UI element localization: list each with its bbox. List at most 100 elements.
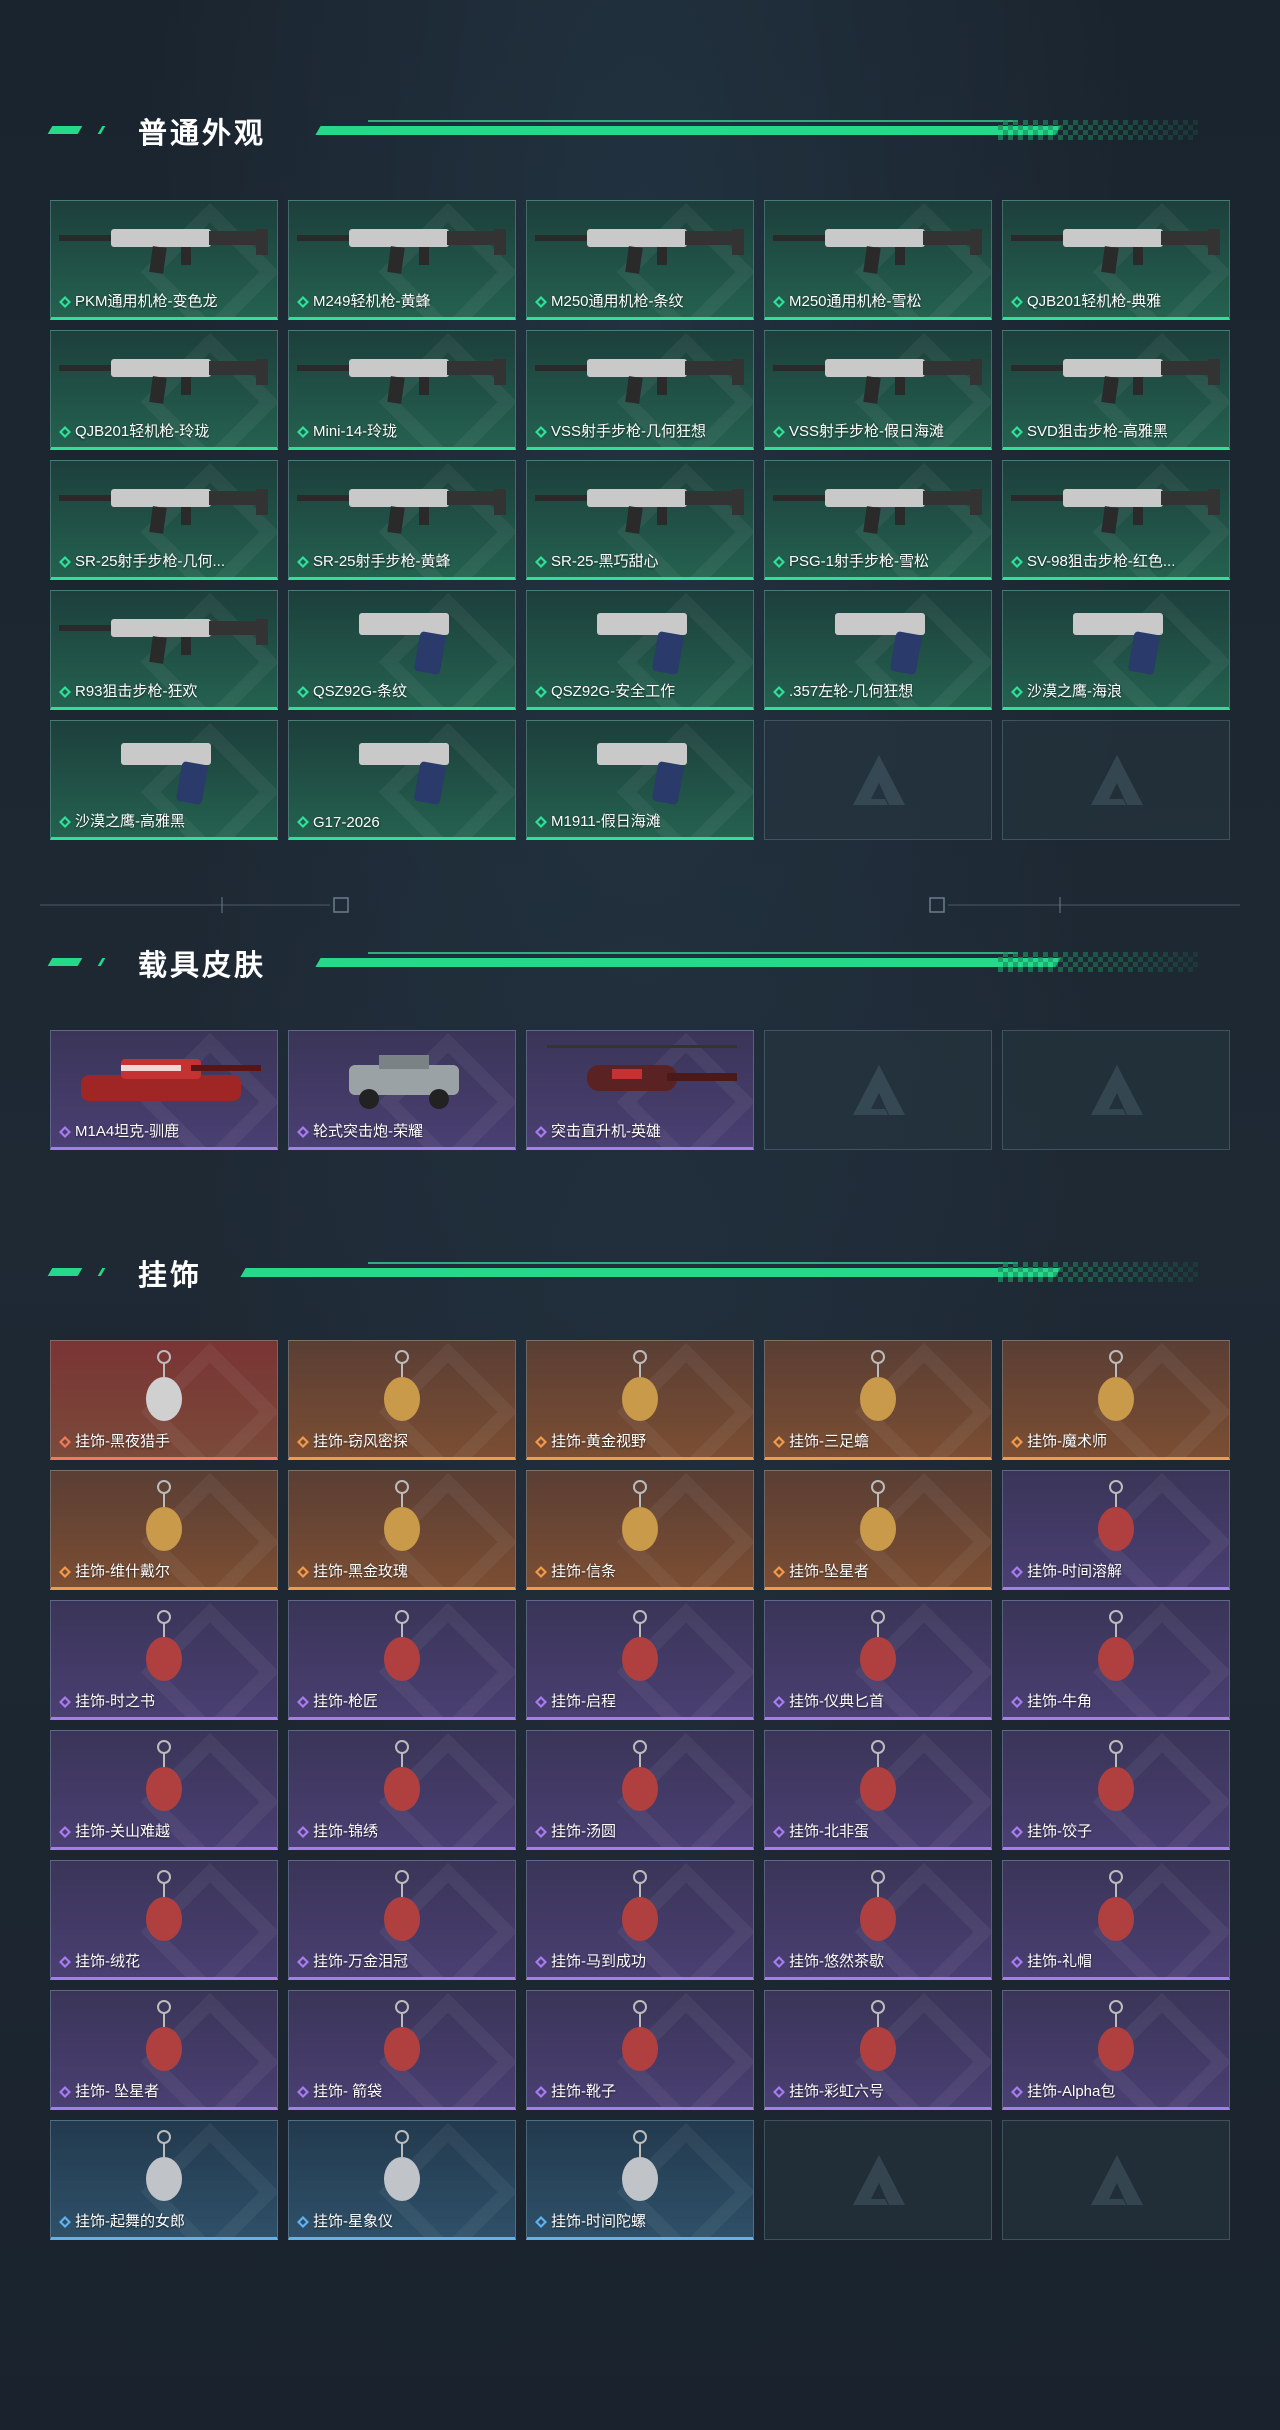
item-card[interactable]: G17-2026 xyxy=(288,720,516,840)
machine-gun-icon xyxy=(59,359,268,404)
item-card[interactable]: 挂饰-黑金玫瑰 xyxy=(288,1470,516,1590)
item-card[interactable]: VSS射手步枪-假日海滩 xyxy=(764,330,992,450)
rarity-diamond-icon xyxy=(59,1826,71,1838)
item-label: 挂饰-启程 xyxy=(551,1693,616,1710)
item-label: 挂饰-维什戴尔 xyxy=(75,1563,170,1580)
item-label: PKM通用机枪-变色龙 xyxy=(75,293,218,310)
item-card[interactable]: 突击直升机-英雄 xyxy=(526,1030,754,1150)
rarity-diamond-icon xyxy=(1011,1696,1023,1708)
item-card[interactable]: R93狙击步枪-狂欢 xyxy=(50,590,278,710)
item-card[interactable]: 挂饰-关山难越 xyxy=(50,1730,278,1850)
item-card[interactable]: 挂饰-黄金视野 xyxy=(526,1340,754,1460)
item-label: 挂饰-关山难越 xyxy=(75,1823,170,1840)
rarity-diamond-icon xyxy=(59,426,71,438)
item-card[interactable]: 挂饰-北非蛋 xyxy=(764,1730,992,1850)
charm-icon xyxy=(622,1740,658,1811)
charm-icon xyxy=(146,2000,182,2071)
item-card[interactable]: 挂饰-马到成功 xyxy=(526,1860,754,1980)
item-label: PSG-1射手步枪-雪松 xyxy=(789,553,930,570)
charm-icon xyxy=(384,1480,420,1551)
item-card[interactable]: PSG-1射手步枪-雪松 xyxy=(764,460,992,580)
item-card[interactable]: SR-25-黑巧甜心 xyxy=(526,460,754,580)
item-card[interactable]: 挂饰-绒花 xyxy=(50,1860,278,1980)
item-card[interactable]: 挂饰-饺子 xyxy=(1002,1730,1230,1850)
item-card[interactable]: 挂饰-三足蟾 xyxy=(764,1340,992,1460)
item-card[interactable]: 挂饰-维什戴尔 xyxy=(50,1470,278,1590)
item-card[interactable]: 挂饰-时之书 xyxy=(50,1600,278,1720)
item-card[interactable]: 挂饰-仪典匕首 xyxy=(764,1600,992,1720)
item-card[interactable]: SR-25射手步枪-几何... xyxy=(50,460,278,580)
placeholder-logo-icon xyxy=(1091,2155,1143,2205)
item-card[interactable]: M250通用机枪-条纹 xyxy=(526,200,754,320)
header-bar xyxy=(315,126,1061,135)
item-card[interactable]: 挂饰-靴子 xyxy=(526,1990,754,2110)
item-card[interactable]: Mini-14-玲珑 xyxy=(288,330,516,450)
charm-icon xyxy=(860,1740,896,1811)
item-card[interactable]: 挂饰-时间溶解 xyxy=(1002,1470,1230,1590)
item-card[interactable]: 挂饰-黑夜猎手 xyxy=(50,1340,278,1460)
item-card[interactable]: 挂饰-魔术师 xyxy=(1002,1340,1230,1460)
rarity-diamond-icon xyxy=(59,2216,71,2228)
item-card[interactable]: QJB201轻机枪-玲珑 xyxy=(50,330,278,450)
rarity-diamond-icon xyxy=(297,1826,309,1838)
item-card[interactable]: 挂饰-枪匠 xyxy=(288,1600,516,1720)
header-tick xyxy=(97,1268,106,1276)
rarity-diamond-icon xyxy=(535,556,547,568)
rarity-diamond-icon xyxy=(773,426,785,438)
item-card[interactable]: 挂饰-汤圆 xyxy=(526,1730,754,1850)
item-card[interactable]: 挂饰-锦绣 xyxy=(288,1730,516,1850)
charm-icon xyxy=(1098,1870,1134,1941)
item-card[interactable]: 挂饰- 箭袋 xyxy=(288,1990,516,2110)
rarity-diamond-icon xyxy=(535,426,547,438)
charm-icon xyxy=(1098,1480,1134,1551)
item-card[interactable]: M250通用机枪-雪松 xyxy=(764,200,992,320)
item-card[interactable]: 挂饰-悠然茶歇 xyxy=(764,1860,992,1980)
item-card[interactable]: M1911-假日海滩 xyxy=(526,720,754,840)
rifle-icon xyxy=(59,489,268,534)
machine-gun-icon xyxy=(297,229,506,274)
rarity-diamond-icon xyxy=(535,1956,547,1968)
pistol-icon xyxy=(359,743,449,805)
item-card[interactable]: 挂饰-窃风密探 xyxy=(288,1340,516,1460)
rarity-diamond-icon xyxy=(773,296,785,308)
item-card[interactable]: 沙漠之鹰-海浪 xyxy=(1002,590,1230,710)
item-card[interactable]: M249轻机枪-黄蜂 xyxy=(288,200,516,320)
item-card[interactable]: 挂饰-信条 xyxy=(526,1470,754,1590)
item-card[interactable]: SV-98狙击步枪-红色... xyxy=(1002,460,1230,580)
item-label: QSZ92G-条纹 xyxy=(313,683,408,700)
rarity-diamond-icon xyxy=(773,2086,785,2098)
item-card[interactable]: SVD狙击步枪-高雅黑 xyxy=(1002,330,1230,450)
item-card[interactable]: PKM通用机枪-变色龙 xyxy=(50,200,278,320)
item-card[interactable]: 挂饰- 坠星者 xyxy=(50,1990,278,2110)
item-card[interactable]: 挂饰-星象仪 xyxy=(288,2120,516,2240)
header-bar-thin xyxy=(368,952,1018,954)
item-card[interactable]: M1A4坦克-驯鹿 xyxy=(50,1030,278,1150)
item-card[interactable]: 挂饰-牛角 xyxy=(1002,1600,1230,1720)
item-card[interactable]: QSZ92G-条纹 xyxy=(288,590,516,710)
item-card[interactable]: 挂饰-Alpha包 xyxy=(1002,1990,1230,2110)
item-card[interactable]: 沙漠之鹰-高雅黑 xyxy=(50,720,278,840)
rifle-icon xyxy=(297,359,506,404)
item-label: 挂饰-魔术师 xyxy=(1027,1433,1107,1450)
item-card[interactable]: VSS射手步枪-几何狂想 xyxy=(526,330,754,450)
header-bar-thin xyxy=(368,120,1018,122)
item-card[interactable]: SR-25射手步枪-黄蜂 xyxy=(288,460,516,580)
item-card[interactable]: 挂饰-彩虹六号 xyxy=(764,1990,992,2110)
item-card[interactable]: 挂饰-万金泪冠 xyxy=(288,1860,516,1980)
item-card[interactable]: 挂饰-启程 xyxy=(526,1600,754,1720)
item-card[interactable]: .357左轮-几何狂想 xyxy=(764,590,992,710)
item-label: 挂饰-坠星者 xyxy=(789,1563,869,1580)
item-label: 挂饰-枪匠 xyxy=(313,1693,378,1710)
item-card[interactable]: 轮式突击炮-荣耀 xyxy=(288,1030,516,1150)
item-card[interactable]: 挂饰-坠星者 xyxy=(764,1470,992,1590)
item-card[interactable]: 挂饰-起舞的女郎 xyxy=(50,2120,278,2240)
item-label: 挂饰-绒花 xyxy=(75,1953,140,1970)
item-card[interactable]: 挂饰-时间陀螺 xyxy=(526,2120,754,2240)
item-card[interactable]: QSZ92G-安全工作 xyxy=(526,590,754,710)
pistol-icon xyxy=(359,613,449,675)
charm-icon xyxy=(1098,2000,1134,2071)
charm-icon xyxy=(622,1480,658,1551)
item-card[interactable]: 挂饰-礼帽 xyxy=(1002,1860,1230,1980)
rarity-diamond-icon xyxy=(297,1956,309,1968)
item-card[interactable]: QJB201轻机枪-典雅 xyxy=(1002,200,1230,320)
